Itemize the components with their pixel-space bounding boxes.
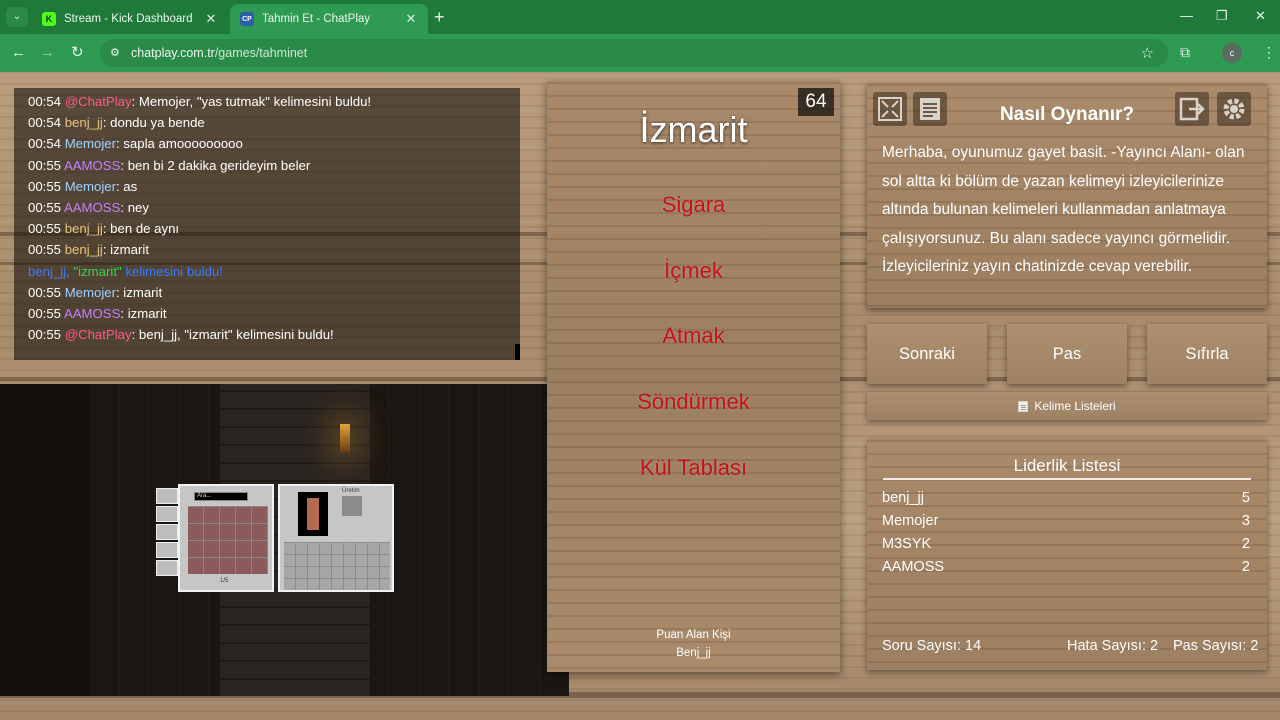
divider: [883, 478, 1251, 480]
settings-gear-icon[interactable]: [1217, 92, 1251, 126]
inventory-page-indicator: 1/5: [220, 578, 229, 584]
restore-icon[interactable]: ❐: [1216, 8, 1228, 24]
chat-message: 00:55 benj_jj: ben de aynı: [28, 221, 180, 237]
leaderboard-row: M3SYK 2: [882, 536, 1250, 552]
document-icon[interactable]: [913, 92, 947, 126]
chat-scrollbar[interactable]: [515, 344, 520, 360]
tab-title: Stream - Kick Dashboard: [64, 13, 193, 25]
minimize-icon[interactable]: —: [1180, 8, 1193, 23]
leaderboard-panel: Liderlik Listesi benj_jj 5 Memojer 3 M3SYK…: [867, 440, 1267, 670]
new-tab-icon[interactable]: +: [434, 8, 445, 26]
inventory-search-input: Ara...: [194, 492, 248, 501]
pass-count: Pas Sayısı: 2: [1173, 638, 1259, 654]
site-info-icon[interactable]: ⚙: [110, 46, 124, 60]
chat-notice: benj_jj, "izmarit" kelimesini buldu!: [28, 263, 223, 279]
extensions-icon[interactable]: ⧉: [1180, 44, 1190, 61]
profile-avatar[interactable]: c: [1222, 43, 1242, 63]
tab-chatplay[interactable]: CP Tahmin Et - ChatPlay ✕: [230, 4, 428, 34]
url-text: chatplay.com.tr/games/tahminet: [131, 46, 308, 60]
forward-arrow-icon[interactable]: →: [40, 44, 55, 62]
taboo-word: Sigara: [661, 192, 726, 217]
leaderboard-row: AAMOSS 2: [882, 559, 1250, 575]
reload-icon[interactable]: ↻: [71, 44, 84, 62]
error-count: Hata Sayısı: 2: [1067, 638, 1159, 654]
browser-tab-bar: ⌄ K Stream - Kick Dashboard ✕ CP Tahmin …: [0, 0, 1280, 34]
word-lists-label: Kelime Listeleri: [1034, 399, 1116, 413]
chat-message: 00:55 benj_jj: izmarit: [28, 242, 149, 258]
chat-message: 00:55 AAMOSS: ney: [28, 200, 149, 216]
chat-message: 00:55 AAMOSS: izmarit: [28, 306, 167, 322]
target-word: İzmarit: [639, 109, 748, 150]
torch-image: [340, 424, 350, 452]
close-window-icon[interactable]: ✕: [1255, 8, 1266, 24]
menu-kebab-icon[interactable]: ⋮: [1262, 44, 1276, 61]
how-to-play-title: Nasıl Oynanır?: [999, 104, 1135, 125]
inventory-item-grid: [188, 506, 268, 574]
close-tab-icon[interactable]: ✕: [404, 11, 418, 27]
taboo-word: İçmek: [664, 258, 723, 283]
tab-search-chevron-icon[interactable]: ⌄: [6, 7, 28, 27]
taboo-word: Kül Tablası: [639, 455, 748, 480]
notepad-icon: [1018, 400, 1029, 412]
scorer-label: Puan Alan Kişi: [656, 629, 731, 641]
pass-button[interactable]: Pas: [1007, 324, 1127, 384]
inventory-slots: [284, 542, 390, 590]
logout-icon[interactable]: [1175, 92, 1209, 126]
browser-toolbar: ← → ↻ ⚙ chatplay.com.tr/games/tahminet ☆…: [0, 34, 1280, 72]
leaderboard-title: Liderlik Listesi: [1013, 456, 1121, 475]
chat-message: 00:54 benj_jj: dondu ya bende: [28, 115, 205, 131]
game-page: 00:54 @ChatPlay: Memojer, "yas tutmak" k…: [0, 72, 1280, 720]
tab-title: Tahmin Et - ChatPlay: [262, 13, 371, 25]
next-button[interactable]: Sonraki: [867, 324, 987, 384]
bookmark-star-icon[interactable]: ☆: [1141, 44, 1154, 62]
how-to-play-text: Merhaba, oyunumuz gayet basit. -Yayıncı …: [882, 144, 1245, 276]
leaderboard-row: benj_jj 5: [882, 490, 1250, 506]
close-tab-icon[interactable]: ✕: [204, 11, 218, 27]
player-inventory-panel: Üretim: [278, 484, 394, 592]
leaderboard-row: Memojer 3: [882, 513, 1250, 529]
question-count: Soru Sayısı: 14: [882, 638, 982, 654]
reset-button[interactable]: Sıfırla: [1147, 324, 1267, 384]
taboo-word: Söndürmek: [637, 389, 750, 414]
stream-chat-panel: 00:54 @ChatPlay: Memojer, "yas tutmak" k…: [14, 88, 520, 360]
crafting-grid: [342, 496, 362, 516]
creative-inventory-panel: Ara... 1/5: [178, 484, 274, 592]
chat-message: 00:55 Memojer: izmarit: [28, 284, 163, 300]
player-avatar: [298, 492, 328, 536]
taboo-word: Atmak: [662, 323, 725, 348]
chat-message: 00:54 @ChatPlay: Memojer, "yas tutmak" k…: [28, 94, 372, 109]
how-to-play-panel: Nasıl Oynanır? Merhaba, oyunumuz gayet b…: [867, 84, 1267, 308]
chat-message: 00:55 Memojer: as: [28, 178, 138, 194]
chat-message: 00:54 Memojer: sapla amooooooooo: [28, 136, 243, 152]
fullscreen-icon[interactable]: [873, 92, 907, 126]
crafting-label: Üretim: [342, 488, 360, 494]
scorer-name: Benj_jj: [676, 647, 711, 659]
word-card: 64 İzmarit Sigara İçmek Atmak Söndürmek …: [547, 82, 840, 672]
inventory-category-tabs: [156, 488, 178, 580]
streamer-game-view: Ara... 1/5 Üretim: [0, 384, 569, 696]
word-lists-button[interactable]: Kelime Listeleri: [867, 392, 1267, 420]
chat-message: 00:55 @ChatPlay: benj_jj, "izmarit" keli…: [28, 327, 334, 343]
chat-message: 00:55 AAMOSS: ben bi 2 dakika gerideyim …: [28, 157, 311, 173]
kick-favicon-icon: K: [42, 12, 56, 26]
address-bar[interactable]: ⚙ chatplay.com.tr/games/tahminet ☆: [100, 39, 1168, 67]
chatplay-favicon-icon: CP: [240, 12, 254, 26]
tab-kick-dashboard[interactable]: K Stream - Kick Dashboard ✕: [32, 4, 228, 34]
back-arrow-icon[interactable]: ←: [11, 44, 26, 62]
